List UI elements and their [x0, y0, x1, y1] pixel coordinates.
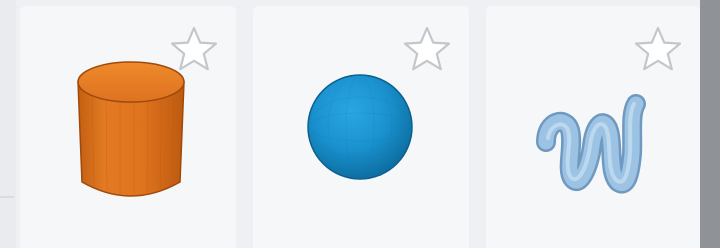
- shape-card-cylinder[interactable]: [20, 6, 236, 248]
- scrollbar[interactable]: [700, 0, 720, 248]
- shape-gallery: [0, 0, 720, 248]
- cylinder-shape-icon: [77, 61, 185, 197]
- scribble-shape-icon: [536, 94, 646, 194]
- left-panel-edge: [0, 0, 16, 248]
- shape-card-sphere[interactable]: [253, 6, 469, 248]
- star-outline-icon[interactable]: [632, 24, 684, 76]
- star-outline-icon[interactable]: [401, 24, 453, 76]
- divider: [0, 196, 14, 198]
- shape-card-scribble[interactable]: [486, 6, 700, 248]
- sphere-shape-icon: [307, 74, 413, 180]
